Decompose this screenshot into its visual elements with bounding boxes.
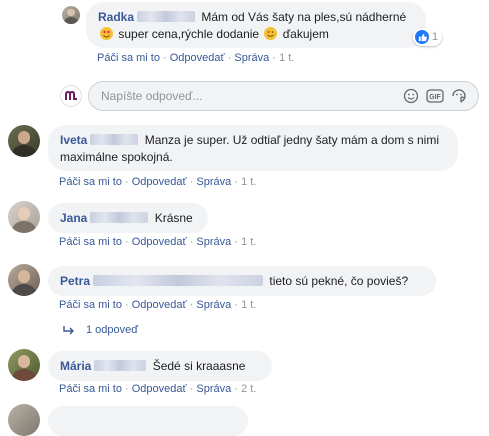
view-replies-link[interactable]: 1 odpoveď — [62, 324, 138, 336]
sticker-icon[interactable] — [450, 87, 468, 105]
avatar-body — [11, 220, 37, 233]
reply-link[interactable]: Odpovedať — [132, 176, 187, 188]
comment-actions: Páči sa mi to · Odpovedať · Správa · 2 t… — [59, 383, 256, 395]
comment-actions: Páči sa mi to · Odpovedať · Správa · 1 t… — [97, 52, 294, 64]
comment-text-continued: super cena,rýchle dodanie — [118, 27, 260, 41]
avatar[interactable] — [8, 125, 40, 157]
gif-icon[interactable]: GIF — [426, 87, 444, 105]
comment-bubble: Radka Mám od Vás šaty na ples,sú nádhern… — [86, 2, 426, 48]
message-link[interactable]: Správa — [196, 299, 231, 311]
like-icon — [415, 30, 429, 44]
svg-text:GIF: GIF — [429, 94, 441, 101]
commenter-name[interactable]: Radka — [98, 10, 134, 24]
reaction-count[interactable]: 1 — [413, 28, 443, 46]
reaction-number: 1 — [432, 31, 439, 43]
smiling-emoji-icon — [264, 27, 278, 40]
avatar-face — [17, 269, 31, 283]
comment-text: Mám od Vás šaty na ples,sú nádherné — [201, 10, 407, 24]
reply-link[interactable]: Odpovedať — [170, 52, 225, 64]
avatar-face — [17, 354, 31, 368]
separator: · — [159, 52, 170, 64]
comment-text: Krásne — [154, 211, 193, 225]
commenter-name[interactable]: Jana — [60, 211, 87, 225]
separator: · — [231, 299, 242, 311]
comment-text-end: ďakujem — [282, 27, 329, 41]
separator: · — [224, 52, 235, 64]
separator: · — [186, 299, 197, 311]
separator: · — [269, 52, 280, 64]
avatar[interactable] — [8, 404, 40, 436]
like-link[interactable]: Páči sa mi to — [59, 176, 122, 188]
separator: · — [121, 176, 132, 188]
avatar-face — [17, 130, 31, 144]
avatar-body — [11, 283, 37, 296]
avatar[interactable] — [8, 264, 40, 296]
comment-actions: Páči sa mi to · Odpovedať · Správa · 1 t… — [59, 176, 256, 188]
redacted-surname — [137, 11, 196, 22]
avatar-face — [67, 9, 75, 17]
timestamp[interactable]: 1 t. — [241, 299, 256, 311]
redacted-surname — [90, 212, 149, 223]
separator: · — [121, 236, 132, 248]
separator: · — [186, 236, 197, 248]
heart-eyes-emoji-icon — [100, 27, 113, 40]
separator: · — [231, 236, 242, 248]
like-link[interactable]: Páči sa mi to — [59, 299, 122, 311]
timestamp[interactable]: 1 t. — [279, 52, 294, 64]
avatar-body — [64, 17, 78, 24]
avatar-body — [11, 144, 37, 157]
timestamp[interactable]: 1 t. — [241, 176, 256, 188]
emoji-icon[interactable] — [402, 87, 420, 105]
page-avatar — [60, 85, 82, 107]
reply-input[interactable] — [99, 88, 396, 104]
reply-link[interactable]: Odpovedať — [132, 236, 187, 248]
comment-bubble: Petra tieto sú pekné, čo povieš? — [48, 266, 436, 296]
message-link[interactable]: Správa — [196, 236, 231, 248]
comment-bubble: Iveta Manza je super. Už odtiaľ jedny ša… — [48, 125, 458, 171]
commenter-name[interactable]: Iveta — [60, 133, 87, 147]
separator: · — [186, 383, 197, 395]
comment-text: Šedé si kraaasne — [152, 359, 246, 373]
separator: · — [231, 176, 242, 188]
comment-actions: Páči sa mi to · Odpovedať · Správa · 1 t… — [59, 236, 256, 248]
reply-composer: GIF — [88, 81, 479, 111]
comment-text: tieto sú pekné, čo povieš? — [269, 274, 409, 288]
comment-actions: Páči sa mi to · Odpovedať · Správa · 1 t… — [59, 299, 256, 311]
like-link[interactable]: Páči sa mi to — [59, 383, 122, 395]
separator: · — [121, 383, 132, 395]
comment-bubble: Jana Krásne — [48, 203, 208, 233]
replies-count-label: 1 odpoveď — [86, 324, 139, 336]
redacted-surname — [94, 360, 147, 371]
avatar[interactable] — [62, 6, 80, 24]
like-link[interactable]: Páči sa mi to — [97, 52, 160, 64]
page-logo-icon — [62, 87, 80, 105]
avatar-body — [11, 368, 37, 381]
message-link[interactable]: Správa — [234, 52, 269, 64]
like-link[interactable]: Páči sa mi to — [59, 236, 122, 248]
redacted-surname — [93, 275, 264, 286]
avatar-face — [17, 206, 31, 220]
commenter-name[interactable]: Mária — [60, 359, 91, 373]
reply-link[interactable]: Odpovedať — [132, 383, 187, 395]
separator: · — [121, 299, 132, 311]
reply-arrow-icon — [63, 326, 74, 335]
message-link[interactable]: Správa — [196, 176, 231, 188]
redacted-surname — [90, 134, 139, 145]
reply-link[interactable]: Odpovedať — [132, 299, 187, 311]
avatar[interactable] — [8, 201, 40, 233]
separator: · — [186, 176, 197, 188]
commenter-name[interactable]: Petra — [60, 274, 90, 288]
timestamp[interactable]: 1 t. — [241, 236, 256, 248]
message-link[interactable]: Správa — [196, 383, 231, 395]
separator: · — [231, 383, 242, 395]
timestamp[interactable]: 2 t. — [241, 383, 256, 395]
avatar[interactable] — [8, 349, 40, 381]
comment-bubble: Mária Šedé si kraaasne — [48, 351, 272, 381]
